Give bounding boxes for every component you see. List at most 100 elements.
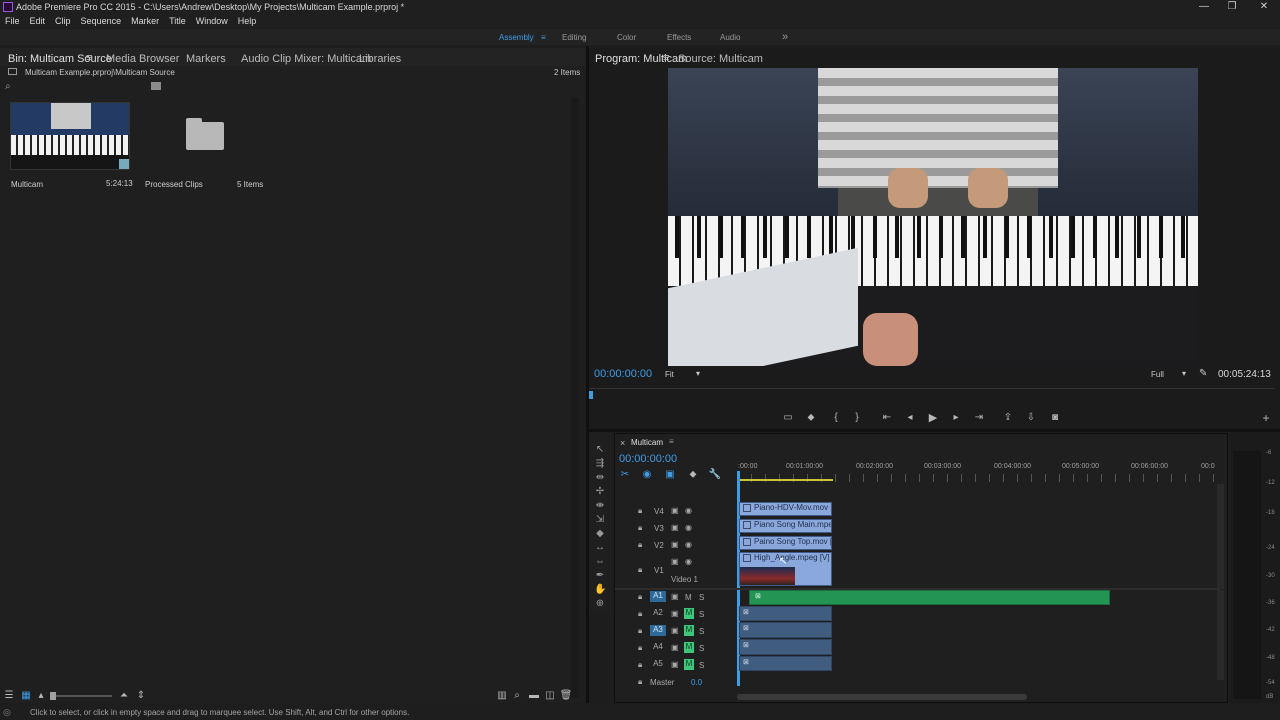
slider-handle[interactable] [50,692,56,700]
toggle-sync-icon[interactable]: ▣ [671,557,679,566]
audio-clip-a5[interactable]: ⊠ [739,656,832,671]
rate-stretch-tool-icon[interactable]: ⇲ [594,514,606,526]
mark-in-icon[interactable]: { [829,412,843,424]
solo-button[interactable]: S [699,644,704,653]
solo-button[interactable]: S [699,627,704,636]
workspace-menu-icon[interactable]: ≡ [541,33,546,42]
step-back-icon[interactable]: ◂ [903,412,917,424]
chevron-down-icon[interactable]: ▾ [696,369,700,378]
workspace-effects[interactable]: Effects [667,33,691,42]
timeline-zoom-scrollbar[interactable] [737,694,1027,700]
rolling-edit-tool-icon[interactable]: ✢ [594,486,606,498]
toggle-sync-icon[interactable]: ▣ [671,609,679,618]
icon-view-icon[interactable]: ▦ [19,690,33,702]
eye-icon[interactable]: ◉ [685,523,692,532]
track-label-a5[interactable]: A5 [650,659,666,670]
master-volume-value[interactable]: 0.0 [691,678,702,687]
extract-icon[interactable]: ⇩ [1024,412,1038,424]
list-view-icon[interactable]: ☰ [2,690,16,702]
menu-edit[interactable]: Edit [25,15,51,29]
audio-track-scrollbar[interactable] [1217,590,1224,680]
slide-tool-icon[interactable]: ⇔ [594,556,606,568]
safe-margins-icon[interactable]: ▭ [781,412,795,424]
zoom-tool-icon[interactable]: ⊕ [594,598,606,610]
folder-icon[interactable] [186,118,224,150]
step-forward-icon[interactable]: ▸ [949,412,963,424]
lock-icon[interactable]: 🔒︎ [638,677,642,687]
toggle-sync-icon[interactable]: ▣ [671,660,679,669]
menu-clip[interactable]: Clip [50,15,76,29]
chevron-down-icon[interactable]: ▾ [1182,369,1186,378]
button-editor-plus-icon[interactable]: + [1259,411,1273,425]
lock-icon[interactable]: 🔒︎ [638,643,642,653]
playback-resolution-select[interactable]: Full [1151,370,1164,379]
menu-marker[interactable]: Marker [126,15,164,29]
play-icon[interactable]: ▶ [926,411,940,424]
tab-sequence-multicam[interactable]: Multicam [631,438,663,447]
tab-bin-multicam-source[interactable]: Bin: Multicam Source [8,53,112,65]
eye-icon[interactable]: ◉ [685,557,692,566]
zoom-fit-select[interactable]: Fit [665,370,674,379]
selection-tool-icon[interactable]: ↖ [594,444,606,456]
audio-clip-a2[interactable]: ⊠ [739,606,832,621]
tab-libraries[interactable]: Libraries [359,53,401,65]
tab-source-multicam[interactable]: Source: Multicam [678,53,763,65]
tab-media-browser[interactable]: Media Browser [106,53,179,65]
workspace-color[interactable]: Color [617,33,636,42]
video-clip-v2[interactable]: Paino Song Top.mov [V] [739,536,832,550]
toggle-sync-icon[interactable]: ▣ [671,643,679,652]
menu-title[interactable]: Title [164,15,191,29]
solo-button[interactable]: S [699,610,704,619]
lift-icon[interactable]: ⇪ [1001,412,1015,424]
rate-stretch-tool-icon[interactable]: ⇼ [594,500,606,512]
menu-window[interactable]: Window [191,15,233,29]
insert-overwrite-icon[interactable]: ✂ [618,469,632,481]
track-label-a2[interactable]: A2 [650,608,666,619]
source-patch-a1[interactable]: A1 [650,591,666,602]
source-patch-a3[interactable]: A3 [650,625,666,636]
video-clip-v3[interactable]: Piano Song Main.mpeg [V] [739,519,832,533]
pen-tool-icon[interactable]: ✒ [594,570,606,582]
new-bin-icon[interactable]: ▬ [527,690,541,702]
audio-clip-a4[interactable]: ⊠ [739,639,832,655]
lock-icon[interactable]: 🔒︎ [638,660,642,670]
close-icon[interactable]: × [620,438,625,448]
lock-icon[interactable]: 🔒︎ [638,565,642,575]
workspace-overflow-icon[interactable]: » [782,31,788,43]
mute-button[interactable]: M [684,608,694,619]
toggle-sync-icon[interactable]: ▣ [671,540,679,549]
bin-scrollbar[interactable] [571,98,579,698]
mark-out-icon[interactable]: } [850,412,864,424]
search-icon[interactable]: ⌕ [5,81,11,92]
new-item-icon[interactable]: ◫ [543,690,557,702]
menu-help[interactable]: Help [233,15,262,29]
menu-file[interactable]: File [0,15,25,29]
video-clip-v4[interactable]: Piano-HDV-Mov.mov [V] [739,502,832,516]
find-icon[interactable]: ⌕ [510,690,524,702]
audio-clip-a3[interactable]: ⊠ [739,622,832,638]
eye-icon[interactable]: ◉ [685,506,692,515]
go-to-in-icon[interactable]: ⇤ [880,412,894,424]
track-label-a4[interactable]: A4 [650,642,666,653]
linked-selection-icon[interactable]: ▣ [663,469,677,481]
solo-button[interactable]: S [699,593,704,602]
workspace-editing[interactable]: Editing [562,33,586,42]
toggle-sync-icon[interactable]: ▣ [671,592,679,601]
tab-program-multicam[interactable]: Program: Multicam [595,53,687,65]
workspace-assembly[interactable]: Assembly [499,33,534,42]
new-bin-icon[interactable] [151,82,161,90]
panel-divider[interactable] [589,429,1280,432]
lock-icon[interactable]: 🔒︎ [638,523,642,533]
automate-to-sequence-icon[interactable]: ▥ [495,690,509,702]
panel-menu-icon[interactable]: ≡ [669,437,674,446]
program-timecode[interactable]: 00:00:00:00 [594,368,652,380]
export-frame-icon[interactable]: ◙ [1048,412,1062,424]
hand-tool-icon[interactable]: ✋ [594,584,606,596]
wrench-icon[interactable]: ✎ [1199,368,1207,379]
mute-button[interactable]: M [684,625,694,636]
mute-button[interactable]: M [684,659,694,670]
work-area-bar[interactable] [737,479,833,481]
track-select-tool-icon[interactable]: ⇶ [594,458,606,470]
sort-icon[interactable]: ⏶ [117,690,131,702]
audio-clip-a1[interactable]: ⊠ [749,590,1110,605]
